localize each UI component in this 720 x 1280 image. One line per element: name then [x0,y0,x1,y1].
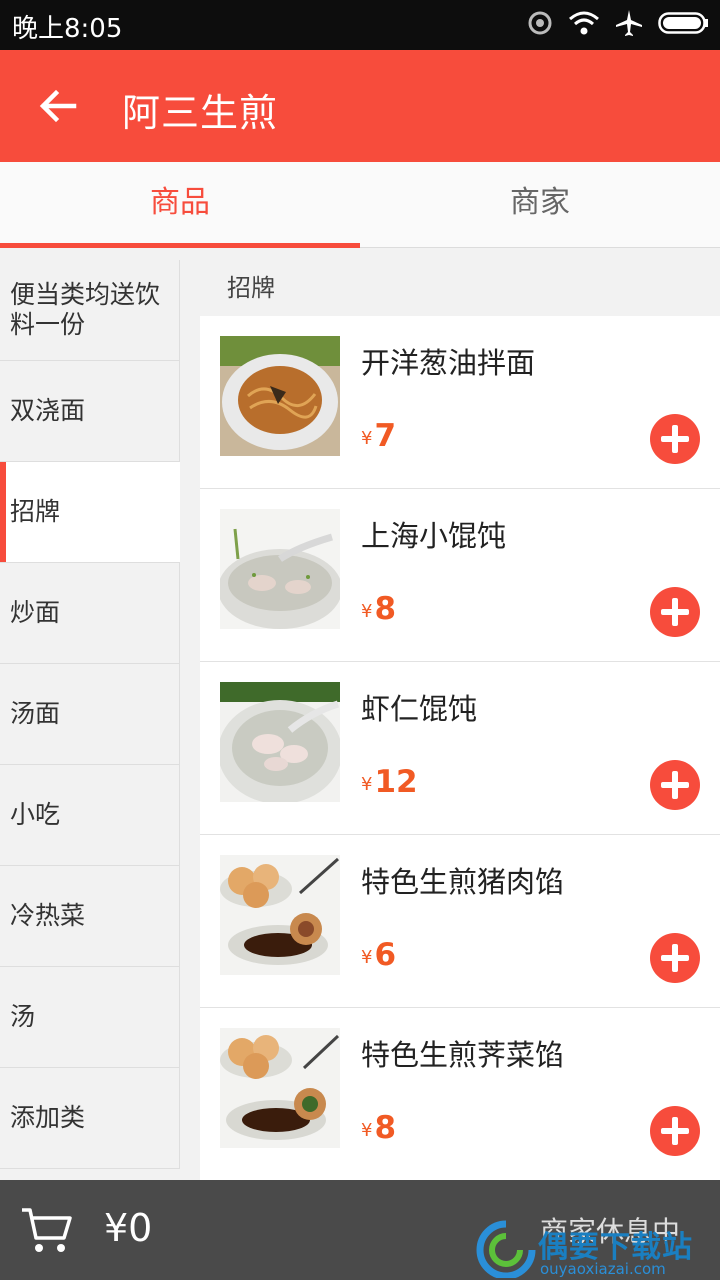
status-icons [526,8,710,38]
status-bar: 晚上8:05 [0,0,720,50]
add-to-cart-icon[interactable] [650,933,700,983]
category-item-double-topping-noodles[interactable]: 双浇面 [0,361,180,462]
watermark-url: ouyaoxiazai.com [540,1260,666,1278]
add-to-cart-icon[interactable] [650,760,700,810]
product-name: 虾仁馄饨 [361,692,478,726]
product-price: ¥6 [361,937,396,973]
product-price: ¥12 [361,764,418,800]
price-value: 8 [374,1110,397,1146]
product-item[interactable]: 特色生煎荠菜馅 ¥8 [200,1008,720,1180]
section-header: 招牌 [200,260,720,316]
product-price: ¥7 [361,418,396,454]
currency-symbol: ¥ [361,428,373,449]
product-item[interactable]: 上海小馄饨 ¥8 [200,489,720,662]
category-item-bento[interactable]: 便当类均送饮料一份 [0,260,180,361]
category-sidebar: 便当类均送饮料一份 双浇面 招牌 炒面 汤面 小吃 冷热菜 汤 添加类 [0,260,180,1180]
price-value: 8 [374,591,397,627]
category-item-cold-hot-dishes[interactable]: 冷热菜 [0,866,180,967]
currency-symbol: ¥ [361,601,373,622]
product-name: 上海小馄饨 [361,519,507,553]
watermark-logo [476,1220,536,1278]
battery-icon [658,12,708,34]
tab-merchant[interactable]: 商家 [360,162,720,248]
category-item-soup[interactable]: 汤 [0,967,180,1068]
wifi-icon [569,11,599,35]
product-image [220,336,340,456]
app-bar: 阿三生煎 [0,50,720,162]
product-price: ¥8 [361,1110,396,1146]
sync-icon [528,11,552,35]
category-item-fried-noodles[interactable]: 炒面 [0,563,180,664]
product-image [220,855,340,975]
price-value: 7 [374,418,397,454]
add-to-cart-icon[interactable] [650,587,700,637]
shop-title: 阿三生煎 [122,91,279,135]
category-item-extras[interactable]: 添加类 [0,1068,180,1169]
product-item[interactable]: 开洋葱油拌面 ¥7 [200,316,720,489]
price-value: 6 [374,937,397,973]
currency-symbol: ¥ [361,947,373,968]
product-price: ¥8 [361,591,396,627]
product-image [220,682,340,802]
currency-symbol: ¥ [361,1120,373,1141]
currency-symbol: ¥ [361,774,373,795]
add-to-cart-icon[interactable] [650,1106,700,1156]
product-name: 开洋葱油拌面 [361,346,536,380]
product-item[interactable]: 特色生煎猪肉馅 ¥6 [200,835,720,1008]
back-arrow-icon[interactable] [36,84,80,128]
price-value: 12 [374,764,418,800]
category-item-signature[interactable]: 招牌 [0,462,180,563]
status-time: 晚上8:05 [12,14,123,44]
category-item-soup-noodles[interactable]: 汤面 [0,664,180,765]
cart-icon[interactable] [20,1204,74,1256]
tab-bar: 商品 商家 [0,162,720,248]
add-to-cart-icon[interactable] [650,414,700,464]
product-name: 特色生煎荠菜馅 [361,1038,565,1072]
cart-total: ¥0 [104,1206,153,1250]
cart-bar: ¥0 商家休息中 偶要下载站 ouyaoxiazai.com [0,1180,720,1280]
product-name: 特色生煎猪肉馅 [361,865,565,899]
tab-products[interactable]: 商品 [0,162,360,248]
product-item[interactable]: 虾仁馄饨 ¥12 [200,662,720,835]
watermark: 偶要下载站 ouyaoxiazai.com [476,1220,712,1278]
airplane-icon [616,10,642,36]
product-image [220,1028,340,1148]
category-item-snacks[interactable]: 小吃 [0,765,180,866]
product-list: 招牌 开洋葱油拌面 ¥7 上海小馄饨 ¥8 虾仁馄饨 ¥12 特色生煎猪肉馅 ¥… [200,260,720,1180]
product-image [220,509,340,629]
